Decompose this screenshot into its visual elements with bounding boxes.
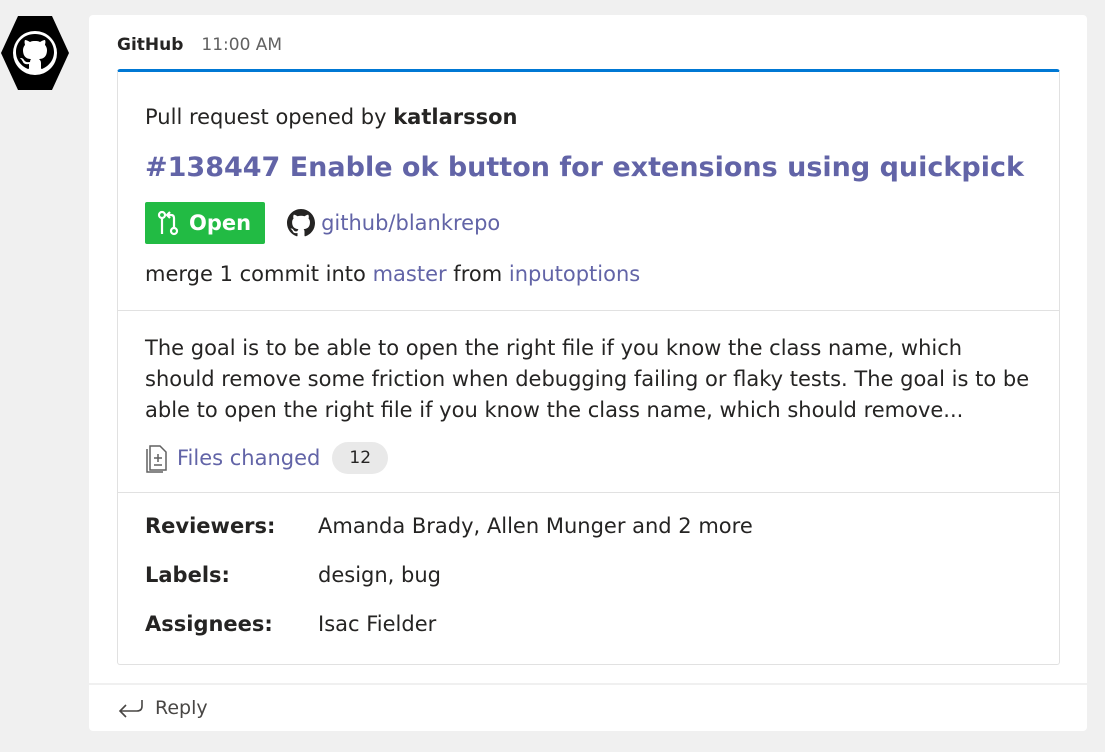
repo-name: github/blankrepo	[321, 211, 501, 235]
github-avatar[interactable]	[0, 14, 70, 92]
status-badge: Open	[145, 202, 266, 244]
labels-value: design, bug	[318, 563, 441, 587]
sender-name[interactable]: GitHub	[117, 35, 183, 55]
merge-mid: from	[446, 262, 509, 286]
labels-row: Labels: design, bug	[145, 563, 441, 587]
message-header: GitHub 11:00 AM	[117, 35, 282, 57]
file-diff-icon	[146, 445, 167, 473]
reply-arrow-icon	[118, 700, 143, 718]
reviewers-value: Amanda Brady, Allen Munger and 2 more	[318, 514, 753, 538]
assignees-label: Assignees:	[145, 612, 273, 636]
files-changed-link[interactable]: Files changed	[177, 446, 320, 470]
files-changed-count: 12	[332, 442, 389, 474]
opened-user: katlarsson	[393, 105, 518, 129]
chat-message: GitHub 11:00 AM Pull request opened by k…	[89, 15, 1087, 683]
github-octocat-icon	[287, 209, 316, 237]
github-logo-icon	[1, 16, 69, 90]
merge-prefix: merge 1 commit into	[145, 262, 373, 286]
repo-link[interactable]: github/blankrepo	[287, 209, 500, 237]
opened-by-line: Pull request opened by katlarsson	[145, 105, 518, 129]
opened-prefix: Pull request opened by	[145, 105, 394, 129]
description-section: The goal is to be able to open the right…	[118, 311, 1059, 493]
target-branch-link[interactable]: master	[373, 262, 447, 286]
details-section: Reviewers: Amanda Brady, Allen Munger an…	[118, 493, 1059, 665]
pr-meta-row: Open github/blankrepo	[145, 202, 500, 244]
pull-request-card: Pull request opened by katlarsson #13844…	[117, 69, 1060, 665]
files-changed-row[interactable]: Files changed 12	[145, 441, 389, 475]
message-timestamp: 11:00 AM	[201, 35, 283, 55]
card-header-section: Pull request opened by katlarsson #13844…	[118, 72, 1059, 311]
git-pull-request-icon	[157, 210, 179, 236]
reply-button[interactable]: Reply	[89, 685, 1087, 731]
status-label: Open	[189, 211, 252, 235]
pr-description: The goal is to be able to open the right…	[145, 336, 1030, 422]
assignees-value: Isac Fielder	[318, 612, 437, 636]
reviewers-label: Reviewers:	[145, 514, 276, 538]
reply-label: Reply	[155, 697, 208, 719]
labels-label: Labels:	[145, 563, 230, 587]
reviewers-row: Reviewers: Amanda Brady, Allen Munger an…	[145, 514, 753, 538]
source-branch-link[interactable]: inputoptions	[509, 262, 640, 286]
assignees-row: Assignees: Isac Fielder	[145, 612, 436, 636]
pr-title-link[interactable]: #138447 Enable ok button for extensions …	[145, 152, 1024, 183]
merge-line: merge 1 commit into master from inputopt…	[145, 262, 640, 286]
